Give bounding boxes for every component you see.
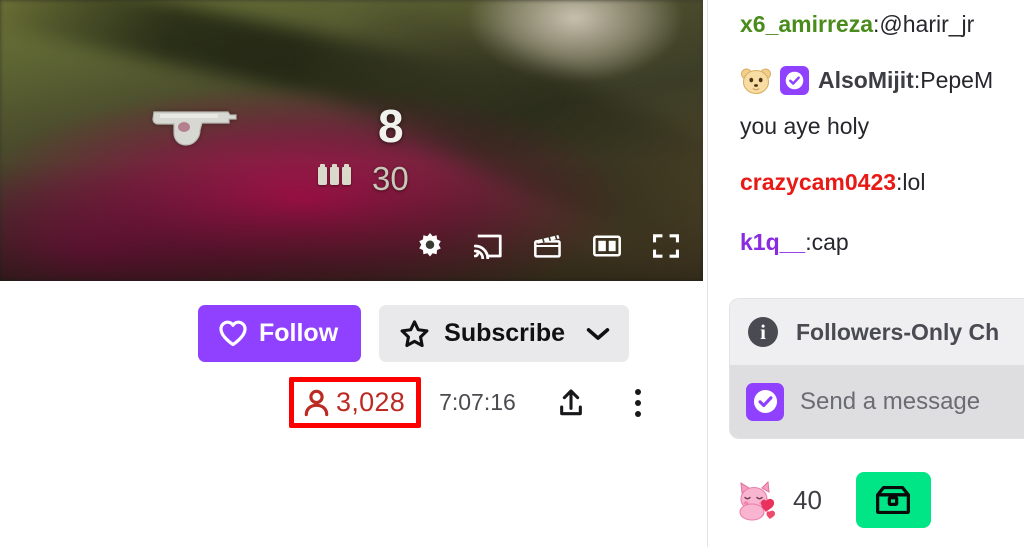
channel-action-row: Follow Subscribe: [198, 305, 630, 362]
viewer-person-icon: [304, 389, 329, 416]
chat-message: x6_amirreza : @harir_jr: [740, 6, 974, 43]
bear-emote: [741, 68, 771, 94]
heart-icon: [219, 320, 247, 347]
bits-count: 40: [793, 484, 822, 515]
chat-username[interactable]: AlsoMijit: [818, 62, 914, 99]
followers-only-label: Followers-Only Ch: [796, 318, 1000, 345]
video-player[interactable]: 8 30: [0, 0, 703, 281]
info-icon: i: [748, 317, 778, 347]
stream-column: 8 30 Follow Subscribe 3,028 7:07:16: [0, 0, 708, 547]
chat-input-placeholder: Send a message: [800, 387, 981, 415]
ammo-reserve: 30: [372, 160, 409, 197]
share-icon[interactable]: [554, 386, 588, 420]
stream-meta-row: 3,028 7:07:16: [289, 377, 652, 428]
magazine-pip: [330, 164, 339, 185]
chat-panel: x6_amirreza : @harir_jr AlsoMijit: Pepe…: [708, 0, 1024, 547]
fullscreen-icon[interactable]: [651, 231, 681, 261]
star-icon: [400, 319, 429, 347]
verified-badge-icon: [780, 66, 809, 95]
magazine-pip: [318, 164, 327, 185]
chat-message: crazycam0423 : lol: [740, 164, 925, 201]
viewer-count-highlight: 3,028: [289, 377, 422, 428]
theater-mode-icon[interactable]: [592, 231, 622, 261]
viewer-count: 3,028: [336, 387, 406, 417]
chat-username[interactable]: k1q__: [740, 224, 805, 261]
follow-button[interactable]: Follow: [198, 305, 362, 362]
chat-message-input[interactable]: Send a message: [730, 365, 1024, 438]
twitch-stream-page: 8 30 Follow Subscribe 3,028 7:07:16 x6_a…: [0, 0, 1024, 547]
clip-icon[interactable]: [533, 231, 563, 261]
player-control-bar: [415, 231, 681, 261]
chat-message-text-line2: you aye holy: [740, 113, 870, 139]
subscribe-button-label: Subscribe: [444, 319, 566, 347]
chest-icon: [876, 485, 911, 515]
pink-cat-emote[interactable]: [736, 479, 780, 521]
chat-message-text: @harir_jr: [879, 11, 975, 37]
kebab-dot: [634, 388, 641, 395]
chat-message: k1q__ : cap: [740, 224, 849, 261]
settings-icon[interactable]: [415, 231, 445, 261]
chat-message-text: lol: [902, 169, 926, 195]
chat-message-continuation: you aye holy: [740, 108, 869, 145]
subscribe-button[interactable]: Subscribe: [379, 305, 630, 362]
chat-message-text: PepeM: [920, 67, 994, 93]
player-gradient-overlay: [0, 161, 703, 281]
chat-message-text: cap: [811, 229, 849, 255]
followers-only-banner: i Followers-Only Ch: [730, 299, 1024, 365]
magazine-icons: [318, 164, 351, 185]
stream-uptime: 7:07:16: [439, 389, 516, 415]
follow-button-label: Follow: [259, 319, 339, 347]
chat-username[interactable]: x6_amirreza: [740, 6, 873, 43]
chat-input-container: i Followers-Only Ch Send a message: [730, 299, 1024, 438]
pistol-icon: [152, 111, 237, 146]
chevron-down-icon: [586, 327, 610, 340]
magazine-pip: [342, 164, 351, 185]
verified-badge-icon: [746, 382, 784, 421]
chat-bottom-bar: 40: [736, 472, 931, 528]
ammo-in-magazine: 8: [378, 100, 404, 152]
chat-username[interactable]: crazycam0423: [740, 164, 896, 201]
cast-icon[interactable]: [474, 231, 504, 261]
kebab-dot: [634, 410, 641, 417]
kebab-menu-icon[interactable]: [624, 386, 652, 420]
kebab-dot: [634, 399, 641, 406]
chat-message: AlsoMijit : PepeM: [740, 62, 993, 99]
chest-button[interactable]: [855, 472, 931, 528]
